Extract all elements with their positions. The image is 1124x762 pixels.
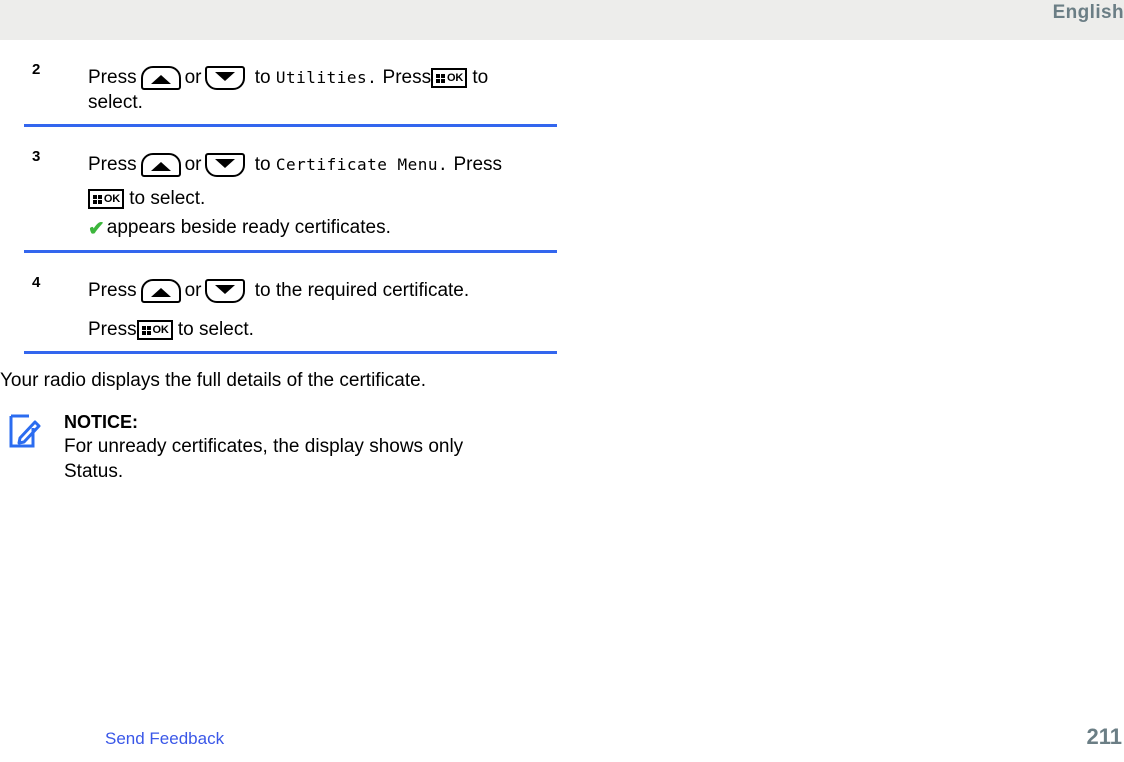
ok-key-label: OK [446, 72, 464, 84]
step-body: Press or to Utilities. Press OK to select. [88, 40, 557, 124]
arrow-down-key-icon[interactable] [205, 153, 246, 177]
step-note-text: appears beside ready certificates. [106, 217, 391, 238]
step-text-after-ok: to select. [129, 188, 206, 209]
step-text-after-ok: to [472, 67, 489, 88]
step-text-or: or [184, 67, 202, 88]
menu-ok-key-icon[interactable]: OK [136, 320, 173, 340]
notice-pencil-icon [8, 413, 41, 449]
page-content: 2 Press or to Utilities. Press OK to selec… [0, 40, 1124, 484]
step-text-to: to [254, 154, 271, 175]
send-feedback-link[interactable]: Send Feedback [105, 728, 224, 750]
step-text-to: to the required certificate. [254, 280, 470, 301]
menu-ok-key-icon[interactable]: OK [88, 189, 124, 209]
step-text-press: Press [88, 154, 137, 175]
step-body: Press or to Certificate Menu. Press OK to… [88, 127, 557, 250]
triangle-down-glyph [215, 159, 236, 168]
procedure-step: 4 Press or to the required certificate. P… [24, 253, 557, 354]
triangle-down-glyph [215, 72, 236, 81]
triangle-up-glyph [150, 162, 171, 171]
triangle-up-glyph [150, 75, 171, 84]
arrow-up-key-icon[interactable] [140, 279, 181, 303]
step-number: 3 [32, 148, 41, 165]
green-check-icon: ✔ [88, 218, 105, 240]
page-number: 211 [1086, 724, 1123, 749]
ok-key-label: OK [103, 193, 120, 205]
step-number: 4 [32, 274, 41, 291]
arrow-up-key-icon[interactable] [140, 153, 181, 177]
procedure-step: 3 Press or to Certificate Menu. Press OK … [24, 127, 557, 253]
notice-text-value: For unready certificates, the display sh… [64, 436, 464, 482]
step-text-press-2: Press [453, 154, 503, 175]
step-text-press: Press [88, 67, 137, 88]
grid-icon [141, 326, 151, 335]
arrow-down-key-icon[interactable] [205, 279, 246, 303]
step-text-after-ok: to select. [177, 319, 254, 340]
grid-icon [436, 74, 446, 83]
triangle-down-glyph [215, 285, 236, 294]
page-header-band: English [0, 0, 1124, 40]
step-text-press-2: Press [382, 67, 432, 88]
step-text-press-2: Press [88, 319, 137, 340]
ok-key-label: OK [152, 324, 169, 336]
step-body: Press or to the required certificate. Pre… [88, 253, 557, 351]
step-text-or: or [184, 280, 202, 301]
step-line-2: select. [88, 92, 143, 113]
step-text-or: or [184, 154, 202, 175]
display-target-text: Certificate Menu. [275, 155, 449, 174]
step-text-press: Press [88, 280, 137, 301]
step-line-2: Press OK to select. [88, 303, 557, 342]
step-line: Press or to the required certificate. [88, 278, 557, 303]
display-target-text: Utilities. [275, 68, 378, 87]
notice-text: For unready certificates, the display sh… [64, 434, 504, 484]
notice-block: NOTICE: For unready certificates, the di… [0, 410, 1124, 484]
page-footer: Send Feedback 211 [0, 718, 1124, 762]
menu-ok-key-icon[interactable]: OK [431, 68, 468, 88]
step-line-2: OK to select. [88, 177, 557, 211]
result-paragraph: Your radio displays the full details of … [0, 370, 426, 391]
grid-icon [93, 195, 102, 204]
procedure-step: 2 Press or to Utilities. Press OK to selec… [24, 40, 557, 127]
arrow-down-key-icon[interactable] [205, 66, 246, 90]
step-text-to: to [254, 67, 271, 88]
step-note-line: ✔ appears beside ready certificates. [88, 211, 557, 241]
header-language-label: English [1052, 2, 1124, 23]
procedure-step-list: 2 Press or to Utilities. Press OK to selec… [0, 40, 558, 354]
step-number: 2 [32, 61, 41, 78]
triangle-up-glyph [150, 288, 171, 297]
notice-title: NOTICE: [64, 412, 138, 432]
arrow-up-key-icon[interactable] [140, 66, 181, 90]
step-line: Press or to Certificate Menu. Press [88, 152, 557, 177]
step-line: Press or to Utilities. Press OK to [88, 65, 557, 90]
